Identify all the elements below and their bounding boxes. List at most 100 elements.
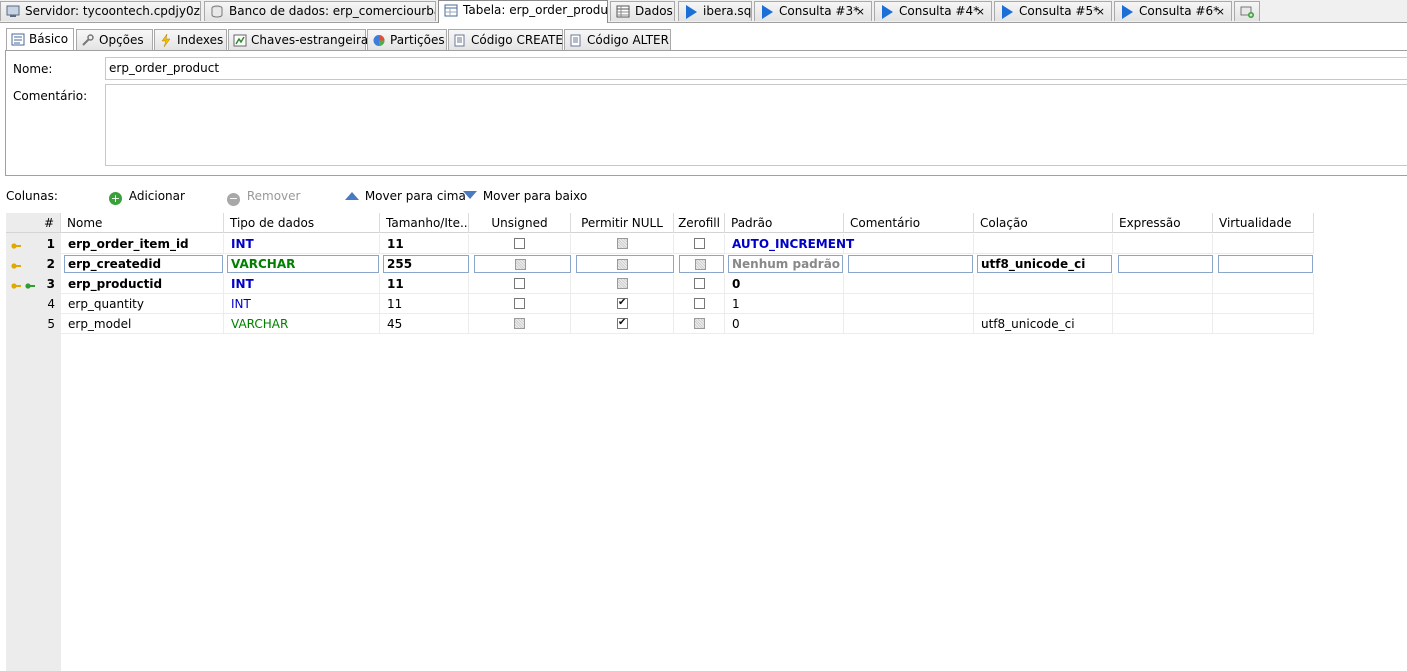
add-column-button[interactable]: + Adicionar <box>109 188 185 205</box>
column-name-cell[interactable]: erp_productid <box>61 274 224 294</box>
tab-ibera-sql[interactable]: ibera.sql <box>678 1 752 21</box>
tab-query-3[interactable]: Consulta #3* × <box>754 1 872 21</box>
expression-input[interactable] <box>1118 255 1213 273</box>
tab-foreign-keys[interactable]: Chaves-estrangeiras <box>228 29 375 50</box>
close-tab-icon[interactable]: × <box>976 2 985 21</box>
header-name[interactable]: Nome <box>61 213 224 233</box>
collation-cell[interactable]: utf8_unicode_ci <box>974 314 1113 334</box>
table-row-selected[interactable]: 2 erp_createdid VARCHAR 255 Nenhum padrã… <box>6 254 1314 274</box>
header-expression[interactable]: Expressão <box>1113 213 1213 233</box>
virtuality-cell[interactable] <box>1213 234 1314 254</box>
close-tab-icon[interactable]: × <box>856 2 865 21</box>
length-input[interactable]: 255 <box>383 255 469 273</box>
length-cell[interactable]: 11 <box>380 294 469 314</box>
length-cell[interactable]: 11 <box>380 234 469 254</box>
zerofill-checkbox[interactable] <box>694 318 705 329</box>
close-tab-icon[interactable]: × <box>1216 2 1225 21</box>
default-cell[interactable]: 0 <box>725 274 844 294</box>
unsigned-checkbox[interactable] <box>514 238 525 249</box>
unsigned-checkbox[interactable] <box>514 318 525 329</box>
tab-query-5[interactable]: Consulta #5* × <box>994 1 1112 21</box>
allow-null-editor <box>576 255 674 273</box>
close-tab-icon[interactable]: × <box>1096 2 1105 21</box>
collation-cell[interactable] <box>974 274 1113 294</box>
table-row[interactable]: 1 erp_order_item_id INT 11 AUTO_INCREMEN… <box>6 234 1314 254</box>
expression-cell[interactable] <box>1113 294 1213 314</box>
tab-basic[interactable]: Básico <box>6 28 74 51</box>
datatype-cell[interactable]: INT <box>224 274 380 294</box>
datatype-cell[interactable]: INT <box>224 234 380 254</box>
collation-cell[interactable] <box>974 294 1113 314</box>
comment-input[interactable] <box>848 255 973 273</box>
table-row[interactable]: 4 erp_quantity INT 11 1 <box>6 294 1314 314</box>
allow-null-checkbox[interactable] <box>617 316 628 329</box>
comment-cell[interactable] <box>844 274 974 294</box>
move-down-button[interactable]: Mover para baixo <box>463 188 587 204</box>
expression-cell[interactable] <box>1113 234 1213 254</box>
expression-cell[interactable] <box>1113 274 1213 294</box>
virtuality-cell[interactable] <box>1213 274 1314 294</box>
zerofill-checkbox[interactable] <box>694 238 705 249</box>
column-name-cell[interactable]: erp_order_item_id <box>61 234 224 254</box>
table-name-input[interactable]: erp_order_product <box>105 57 1407 80</box>
table-row[interactable]: 3 erp_productid INT 11 0 <box>6 274 1314 294</box>
zerofill-checkbox[interactable] <box>695 259 706 270</box>
table-row[interactable]: 5 erp_model VARCHAR 45 0 utf8_unicode_ci <box>6 314 1314 334</box>
unsigned-checkbox[interactable] <box>514 278 525 289</box>
allow-null-checkbox[interactable] <box>617 278 628 289</box>
datatype-cell[interactable]: VARCHAR <box>224 314 380 334</box>
column-name-cell[interactable]: erp_quantity <box>61 294 224 314</box>
tab-server[interactable]: Servidor: tycoontech.cpdjy0zq... <box>0 1 201 21</box>
datatype-cell[interactable]: INT <box>224 294 380 314</box>
collation-cell[interactable] <box>974 234 1113 254</box>
unsigned-checkbox[interactable] <box>514 298 525 309</box>
tab-indexes[interactable]: Indexes <box>154 29 227 50</box>
new-query-tab-button[interactable] <box>1234 1 1260 21</box>
comment-cell[interactable] <box>844 234 974 254</box>
header-virtuality[interactable]: Virtualidade <box>1213 213 1314 233</box>
tab-database[interactable]: Banco de dados: erp_comerciourbano <box>204 1 436 21</box>
header-datatype[interactable]: Tipo de dados <box>224 213 380 233</box>
length-cell[interactable]: 11 <box>380 274 469 294</box>
column-name-input[interactable]: erp_createdid <box>64 255 223 273</box>
allow-null-checkbox[interactable] <box>617 238 628 249</box>
unsigned-checkbox[interactable] <box>515 259 526 270</box>
allow-null-checkbox[interactable] <box>617 296 628 309</box>
header-comment[interactable]: Comentário <box>844 213 974 233</box>
remove-column-button[interactable]: − Remover <box>227 188 300 206</box>
tab-data[interactable]: Dados <box>610 1 675 21</box>
tab-alter-code[interactable]: Código ALTER <box>564 29 671 50</box>
tab-table[interactable]: Tabela: erp_order_product <box>438 0 608 23</box>
allow-null-checkbox[interactable] <box>617 259 628 270</box>
default-cell[interactable]: 0 <box>725 314 844 334</box>
datatype-input[interactable]: VARCHAR <box>227 255 379 273</box>
tab-create-code[interactable]: Código CREATE <box>448 29 563 50</box>
comment-cell[interactable] <box>844 314 974 334</box>
tab-query-4[interactable]: Consulta #4* × <box>874 1 992 21</box>
tab-options[interactable]: Opções <box>76 29 153 50</box>
virtuality-cell[interactable] <box>1213 294 1314 314</box>
default-cell[interactable]: AUTO_INCREMENT <box>725 234 854 254</box>
header-unsigned[interactable]: Unsigned <box>469 213 571 233</box>
header-length[interactable]: Tamanho/Ite... <box>380 213 471 233</box>
expression-cell[interactable] <box>1113 314 1213 334</box>
table-comment-textarea[interactable] <box>105 84 1407 166</box>
header-allow-null[interactable]: Permitir NULL <box>571 213 674 233</box>
default-input[interactable]: Nenhum padrão <box>728 255 843 273</box>
header-default[interactable]: Padrão <box>725 213 844 233</box>
header-number[interactable]: # <box>6 213 61 233</box>
move-up-button[interactable]: Mover para cima <box>345 188 466 204</box>
tab-query-6[interactable]: Consulta #6* × <box>1114 1 1232 21</box>
column-name-cell[interactable]: erp_model <box>61 314 224 334</box>
virtuality-input[interactable] <box>1218 255 1313 273</box>
header-collation[interactable]: Colação <box>974 213 1113 233</box>
zerofill-checkbox[interactable] <box>694 298 705 309</box>
collation-input[interactable]: utf8_unicode_ci <box>977 255 1112 273</box>
tab-partitions[interactable]: Partições <box>367 29 447 50</box>
default-cell[interactable]: 1 <box>725 294 844 314</box>
length-cell[interactable]: 45 <box>380 314 469 334</box>
comment-cell[interactable] <box>844 294 974 314</box>
header-zerofill[interactable]: Zerofill <box>674 213 725 233</box>
virtuality-cell[interactable] <box>1213 314 1314 334</box>
zerofill-checkbox[interactable] <box>694 278 705 289</box>
